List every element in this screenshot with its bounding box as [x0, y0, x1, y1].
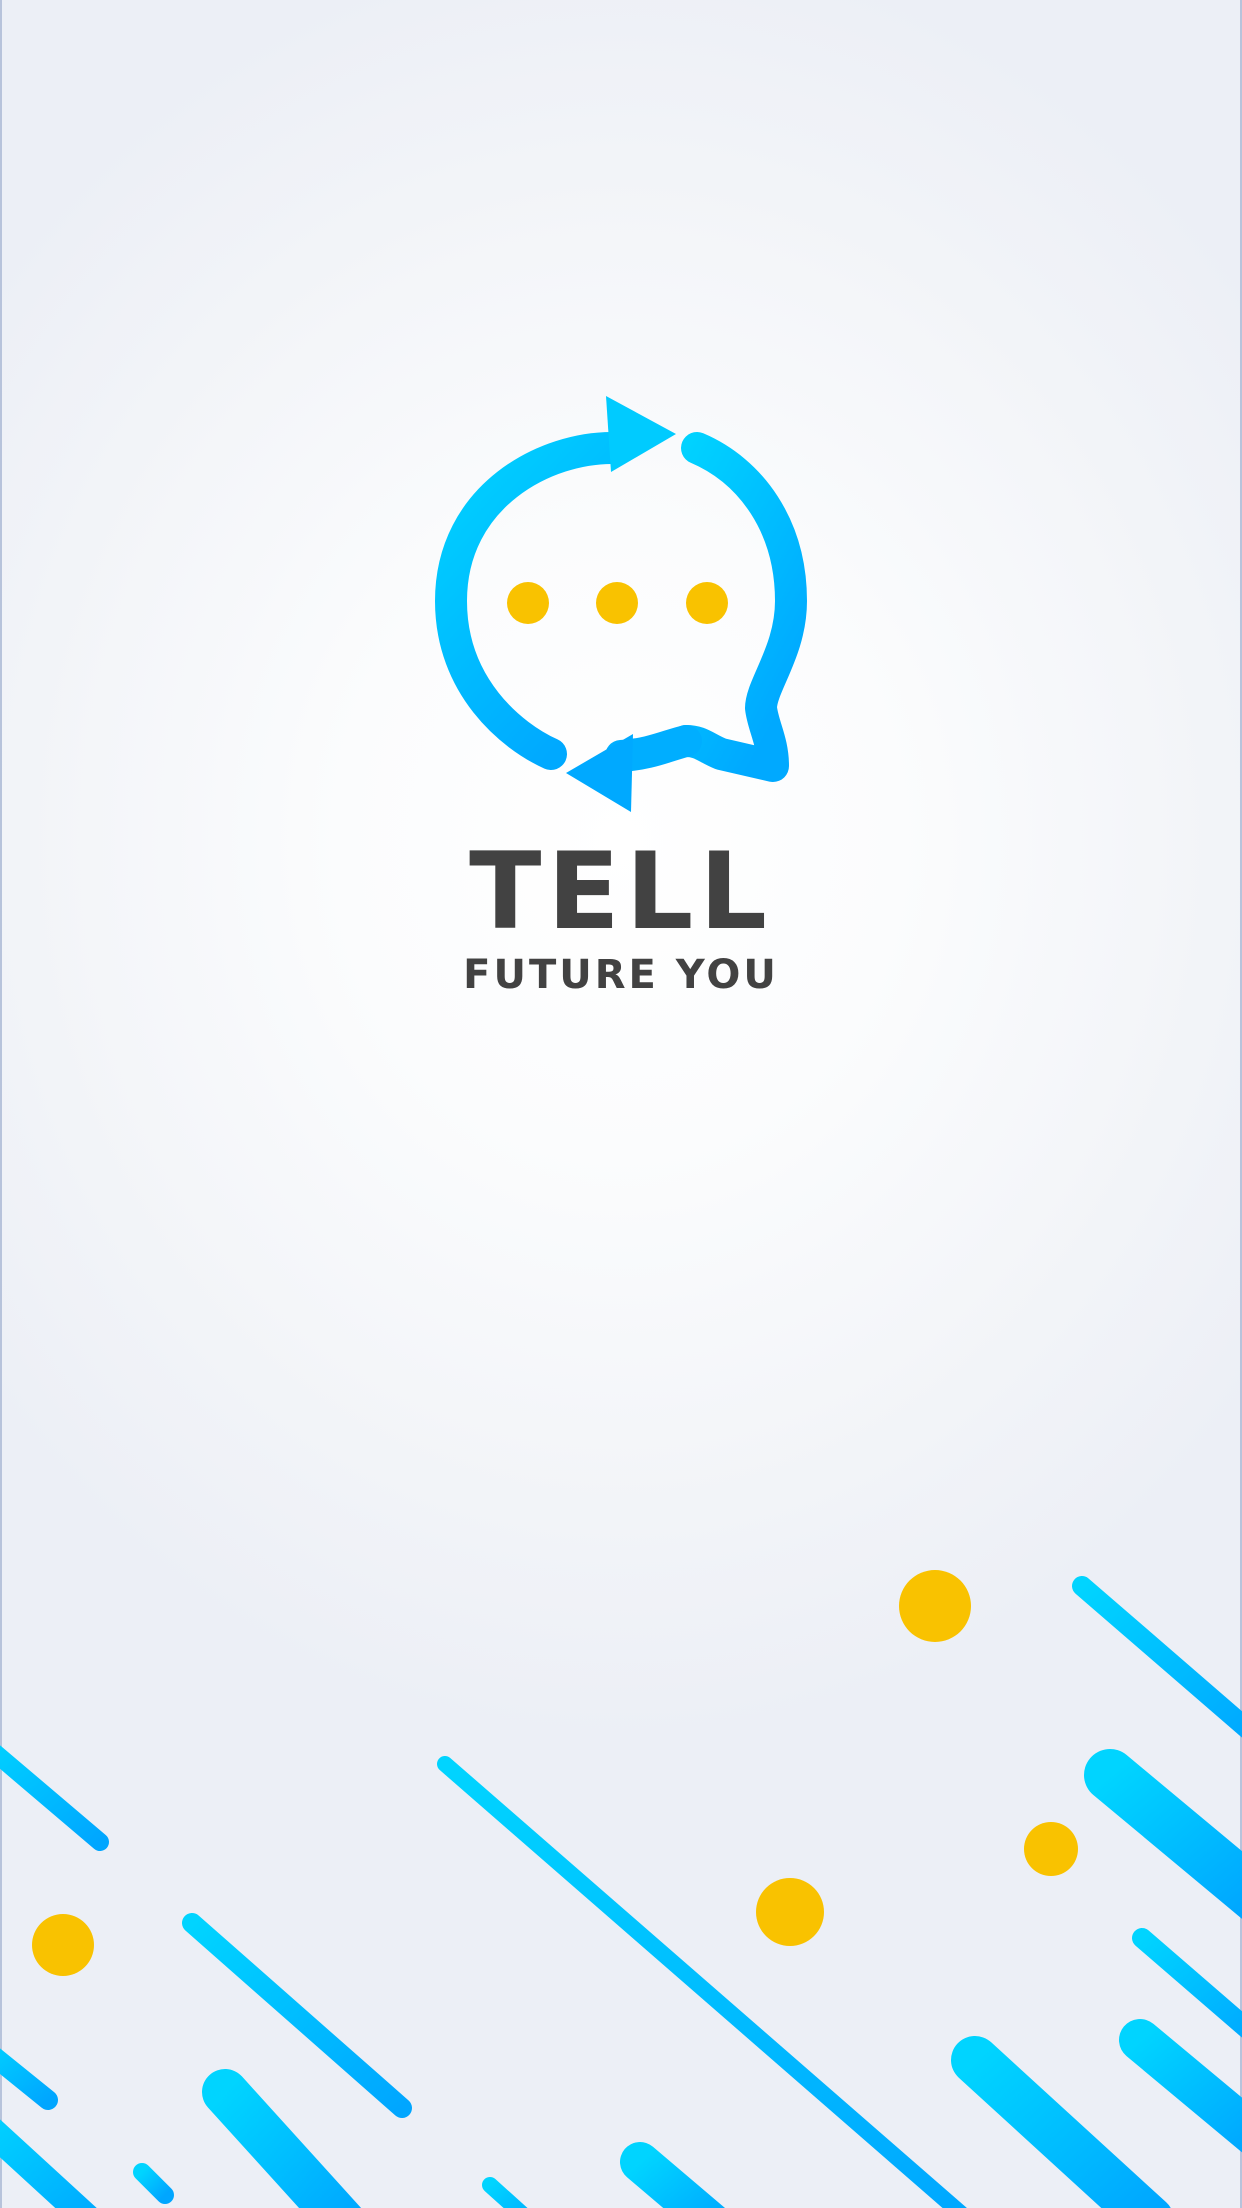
streak-12 — [620, 2142, 725, 2208]
streak-8 — [951, 2036, 1171, 2208]
logo-lower-arrow — [566, 734, 633, 812]
logo-dot-3 — [686, 582, 728, 624]
streak-7 — [1119, 2019, 1242, 2153]
streak-3 — [1072, 1576, 1242, 1738]
streak-9 — [0, 2048, 58, 2110]
decorative-streaks — [0, 1570, 1242, 2208]
logo-dot-1 — [507, 582, 549, 624]
splash-screen: TELL FUTURE YOU — [0, 0, 1242, 2208]
logo-upper-arrow — [606, 396, 676, 472]
yellow-dot-2 — [1024, 1822, 1078, 1876]
brand-subtitle: FUTURE YOU — [463, 952, 779, 998]
brand-title: TELL — [469, 830, 773, 953]
streak-10 — [0, 2119, 97, 2208]
streak-1 — [0, 1745, 109, 1851]
yellow-dot-1 — [899, 1570, 971, 1642]
chat-bubble-refresh-icon — [434, 396, 807, 812]
streak-6 — [1132, 1928, 1242, 2038]
streak-14 — [133, 2163, 174, 2204]
streak-5 — [1084, 1749, 1242, 1919]
streak-2 — [437, 1756, 967, 2208]
streak-11 — [202, 2069, 362, 2208]
logo-dot-2 — [596, 582, 638, 624]
yellow-dot-4 — [32, 1914, 94, 1976]
yellow-dot-3 — [756, 1878, 824, 1946]
streak-13 — [482, 2177, 528, 2208]
app-logo — [421, 386, 821, 826]
